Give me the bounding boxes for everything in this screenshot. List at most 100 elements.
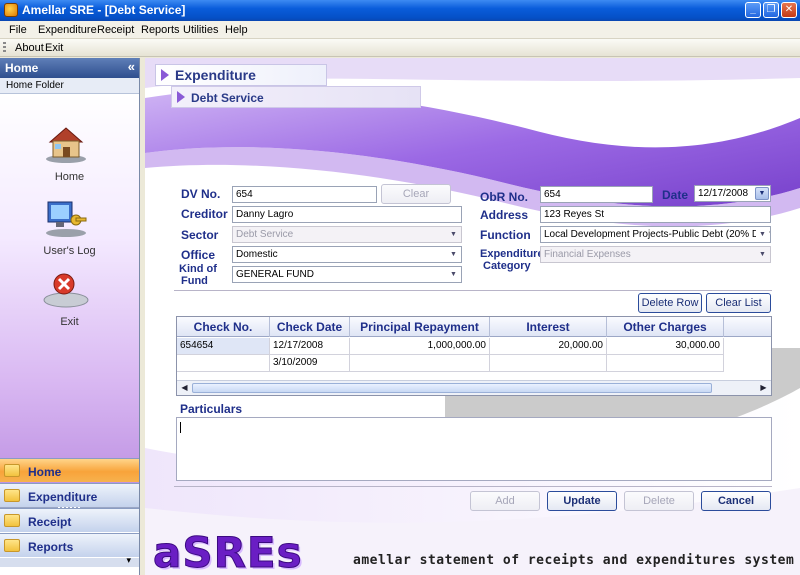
breadcrumb-expenditure: Expenditure	[155, 64, 327, 86]
menu-utilities[interactable]: Utilities	[183, 24, 218, 36]
sector-select[interactable]: Debt Service ▼	[232, 226, 462, 243]
house-icon[interactable]	[42, 124, 90, 164]
grid-header: Check No. Check Date Principal Repayment…	[177, 317, 771, 337]
nav-header: Home «	[0, 58, 139, 78]
sector-label: Sector	[181, 228, 219, 242]
kind-of-fund-label-line1: Kind of	[179, 263, 217, 275]
add-button[interactable]: Add	[470, 491, 540, 511]
column-extra	[724, 317, 771, 337]
text-caret	[180, 422, 181, 433]
address-input[interactable]: 123 Reyes St	[540, 206, 771, 223]
column-interest[interactable]: Interest	[490, 317, 607, 337]
expenditure-category-value: Financial Expenses	[544, 249, 631, 260]
monitor-key-icon[interactable]	[42, 198, 90, 238]
grid-horizontal-scrollbar[interactable]: ◀ ▶	[177, 380, 771, 395]
nav-button-reports[interactable]: Reports	[0, 533, 139, 557]
shortcut-home-label[interactable]: Home	[0, 171, 139, 183]
scroll-left-icon[interactable]: ◀	[178, 382, 191, 394]
close-button[interactable]: ✕	[781, 2, 797, 18]
dropdown-arrow-icon[interactable]: ▼	[756, 228, 769, 241]
collapse-chevron-icon[interactable]: «	[128, 59, 135, 74]
check-grid[interactable]: Check No. Check Date Principal Repayment…	[176, 316, 772, 396]
kind-of-fund-select[interactable]: GENERAL FUND ▼	[232, 266, 462, 283]
exit-icon[interactable]	[42, 270, 90, 310]
table-cell[interactable]	[177, 355, 270, 372]
column-principal-repayment[interactable]: Principal Repayment	[350, 317, 490, 337]
page-title: Debt Service	[191, 91, 264, 105]
nav-header-title: Home	[5, 61, 39, 75]
app-icon	[4, 3, 18, 17]
menu-help[interactable]: Help	[225, 24, 248, 36]
dropdown-arrow-icon[interactable]: ▼	[447, 268, 460, 281]
form-divider	[174, 290, 772, 291]
calendar-dropdown-icon[interactable]: ▼	[755, 187, 769, 200]
delete-row-button[interactable]: Delete Row	[638, 293, 702, 313]
menu-file[interactable]: File	[9, 24, 27, 36]
column-check-date[interactable]: Check Date	[270, 317, 350, 337]
overflow-arrow-icon: ▾	[126, 555, 131, 565]
nav-button-home-label: Home	[28, 465, 62, 479]
table-cell[interactable]: 20,000.00	[490, 338, 607, 355]
function-select[interactable]: Local Development Projects-Public Debt (…	[540, 226, 771, 243]
folder-icon	[4, 464, 20, 477]
about-button[interactable]: About	[15, 42, 44, 54]
exit-toolbar-button[interactable]: Exit	[45, 42, 63, 54]
office-label: Office	[181, 248, 216, 262]
update-button[interactable]: Update	[547, 491, 617, 511]
shortcut-users-log-label[interactable]: User's Log	[0, 245, 139, 257]
scroll-thumb[interactable]	[192, 383, 712, 393]
particulars-textarea[interactable]	[176, 417, 772, 481]
table-cell[interactable]: 12/17/2008	[270, 338, 350, 355]
menu-expenditure[interactable]: Expenditure	[38, 24, 97, 36]
toolbar-grip-icon[interactable]	[3, 42, 6, 54]
nav-overflow-bar[interactable]: ▾	[0, 555, 139, 567]
table-cell[interactable]: 3/10/2009	[270, 355, 350, 372]
address-label: Address	[480, 208, 529, 222]
table-cell[interactable]	[350, 355, 490, 372]
column-check-no[interactable]: Check No.	[177, 317, 270, 337]
window-titlebar: Amellar SRE - [Debt Service] _ ❐ ✕	[0, 0, 800, 21]
table-cell[interactable]: 30,000.00	[607, 338, 724, 355]
nav-button-reports-label: Reports	[28, 540, 74, 554]
obr-no-input[interactable]: 654	[540, 186, 653, 203]
function-label: Function	[480, 228, 531, 242]
breadcrumb-level1: Expenditure	[175, 67, 256, 83]
cancel-button[interactable]: Cancel	[701, 491, 771, 511]
date-label: Date	[662, 188, 689, 202]
restore-button[interactable]: ❐	[763, 2, 779, 18]
expenditure-category-label-line1: Expenditure	[480, 248, 544, 260]
expenditure-category-select[interactable]: Financial Expenses ▼	[540, 246, 771, 263]
delete-button[interactable]: Delete	[624, 491, 694, 511]
kind-of-fund-value: GENERAL FUND	[236, 269, 314, 280]
navigation-pane: Home « Home Folder Home User's Log Exit …	[0, 58, 140, 575]
nav-button-home[interactable]: Home	[0, 458, 139, 482]
date-picker[interactable]: 12/17/2008 ▼	[694, 185, 771, 202]
main-content: Expenditure Debt Service DV No. 654 Clea…	[145, 58, 800, 575]
clear-button[interactable]: Clear	[381, 184, 451, 204]
minimize-button[interactable]: _	[745, 2, 761, 18]
dv-no-input[interactable]: 654	[232, 186, 377, 203]
nav-button-receipt-label: Receipt	[28, 515, 72, 529]
table-cell[interactable]	[490, 355, 607, 372]
brand-logo: aSREs	[153, 528, 303, 575]
breadcrumb-debt-service: Debt Service	[171, 86, 421, 108]
menu-reports[interactable]: Reports	[141, 24, 180, 36]
clear-list-button[interactable]: Clear List	[706, 293, 771, 313]
nav-button-expenditure[interactable]: Expenditure	[0, 483, 139, 507]
obr-no-label: ObR No.	[480, 190, 528, 204]
dropdown-arrow-icon[interactable]: ▼	[447, 228, 460, 241]
column-other-charges[interactable]: Other Charges	[607, 317, 724, 337]
breadcrumb-arrow-icon	[177, 91, 185, 103]
dropdown-arrow-icon[interactable]: ▼	[756, 248, 769, 261]
table-cell[interactable]: 654654	[177, 338, 270, 355]
shortcut-exit-label[interactable]: Exit	[0, 316, 139, 328]
creditor-input[interactable]: Danny Lagro	[232, 206, 462, 223]
scroll-right-icon[interactable]: ▶	[757, 382, 770, 394]
table-cell[interactable]	[607, 355, 724, 372]
table-cell[interactable]: 1,000,000.00	[350, 338, 490, 355]
dv-no-label: DV No.	[181, 187, 221, 201]
nav-button-receipt[interactable]: Receipt	[0, 508, 139, 532]
dropdown-arrow-icon[interactable]: ▼	[447, 248, 460, 261]
office-select[interactable]: Domestic ▼	[232, 246, 462, 263]
menu-receipt[interactable]: Receipt	[97, 24, 134, 36]
